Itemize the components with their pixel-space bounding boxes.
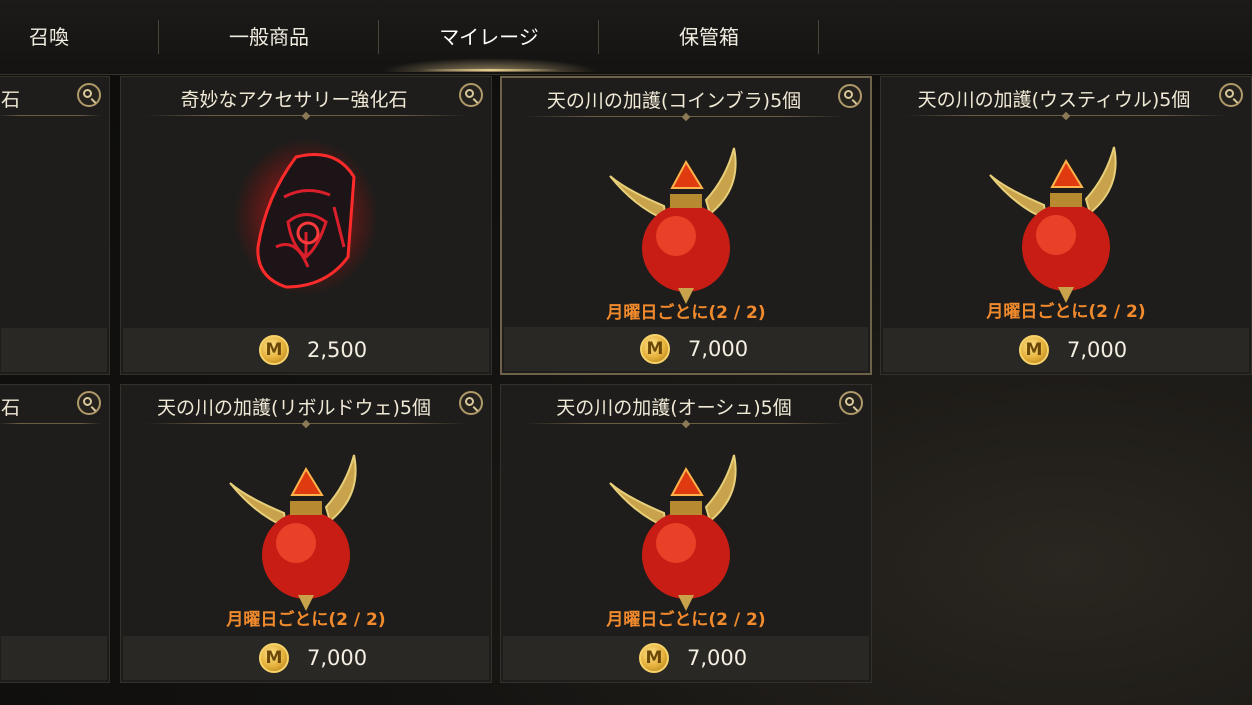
price-bar: M 7,000 [123, 636, 489, 680]
weekly-limit: 月曜日ごとに(2 / 2) [226, 610, 386, 630]
active-tab-underline [420, 69, 560, 71]
item-title: 天の川の加護(オーシュ)5個 [556, 397, 792, 419]
item-price: 7,000 [1067, 338, 1128, 362]
tab-divider [378, 20, 379, 54]
title-notch [1061, 111, 1071, 121]
item-title: 天の川の加護(リボルドウェ)5個 [157, 397, 431, 419]
title-notch [681, 419, 691, 429]
price-bar: M 7,000 [883, 328, 1249, 372]
tab-summon[interactable]: 召喚 [0, 14, 98, 60]
item-card[interactable]: 天の川の加護(コインブラ)5個 月曜日ごとに(2 / 2) M 7,000 [500, 76, 872, 375]
mileage-coin-icon: M [259, 643, 289, 673]
magnifier-icon[interactable] [77, 83, 101, 107]
title-notch [301, 111, 311, 121]
price-bar: M 7,000 [503, 636, 869, 680]
title-notch [301, 419, 311, 429]
item-price: 7,000 [307, 646, 368, 670]
item-card-partial[interactable]: 石 [0, 76, 110, 375]
winged-potion-icon [609, 147, 737, 304]
winged-potion-icon [229, 454, 357, 611]
item-price: 2,500 [307, 338, 368, 362]
item-card-partial[interactable]: 石 [0, 384, 110, 683]
magnifier-icon[interactable] [839, 391, 863, 415]
item-card[interactable]: 天の川の加護(リボルドウェ)5個 月曜日ごとに(2 / 2) M 7,000 [120, 384, 492, 683]
tab-mileage[interactable]: マイレージ [390, 14, 588, 60]
tab-divider [818, 20, 819, 54]
winged-potion-icon [609, 454, 737, 611]
mileage-coin-icon: M [1019, 335, 1049, 365]
tab-bar: 召喚 一般商品 マイレージ 保管箱 [0, 0, 1252, 75]
price-bar: M 7,000 [504, 327, 868, 371]
magnifier-icon[interactable] [459, 83, 483, 107]
title-divider [0, 115, 101, 116]
item-card[interactable]: 奇妙なアクセサリー強化石 M 2,500 [120, 76, 492, 375]
mileage-coin-icon: M [640, 334, 670, 364]
item-card[interactable]: 天の川の加護(オーシュ)5個 月曜日ごとに(2 / 2) M 7,000 [500, 384, 872, 683]
tab-storage-box[interactable]: 保管箱 [610, 14, 808, 60]
item-title: 天の川の加護(コインブラ)5個 [546, 90, 802, 112]
magnifier-icon[interactable] [1219, 83, 1243, 107]
accessory-enhancement-stone-icon [234, 139, 378, 295]
winged-potion-icon [989, 146, 1117, 303]
tab-divider [598, 20, 599, 54]
tab-divider [158, 20, 159, 54]
item-card[interactable]: 天の川の加護(ウスティウル)5個 月曜日ごとに(2 / 2) M 7,000 [880, 76, 1252, 375]
mileage-coin-icon: M [639, 643, 669, 673]
magnifier-icon[interactable] [77, 391, 101, 415]
item-price: 7,000 [688, 337, 749, 361]
weekly-limit: 月曜日ごとに(2 / 2) [606, 610, 766, 630]
title-divider [0, 423, 101, 424]
title-notch [681, 112, 691, 122]
item-price: 7,000 [687, 646, 748, 670]
price-bar: M 2,500 [123, 328, 489, 372]
mileage-coin-icon: M [259, 335, 289, 365]
price-bar [1, 328, 107, 372]
weekly-limit: 月曜日ごとに(2 / 2) [986, 302, 1146, 322]
price-bar [1, 636, 107, 680]
magnifier-icon[interactable] [459, 391, 483, 415]
item-title: 天の川の加護(ウスティウル)5個 [917, 89, 1191, 111]
tab-general-goods[interactable]: 一般商品 [170, 14, 368, 60]
weekly-limit: 月曜日ごとに(2 / 2) [606, 303, 766, 323]
magnifier-icon[interactable] [838, 84, 862, 108]
item-title: 奇妙なアクセサリー強化石 [180, 89, 408, 111]
